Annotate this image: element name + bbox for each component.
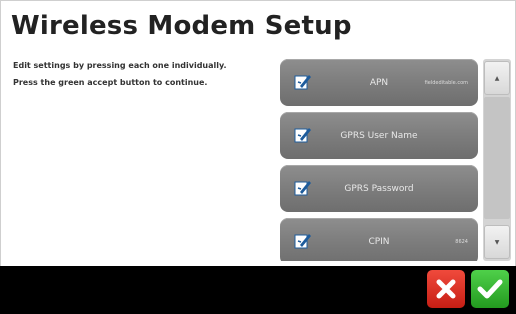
setting-button-cpin[interactable]: CPIN 8624 — [280, 218, 478, 261]
setting-label: GPRS Password — [344, 183, 414, 194]
scroll-thumb[interactable] — [484, 97, 510, 219]
setting-button-gprs-user-name[interactable]: GPRS User Name — [280, 112, 478, 159]
instruction-text-1: Edit settings by pressing each one indiv… — [13, 61, 227, 70]
scroll-up-button[interactable]: ▲ — [484, 61, 510, 95]
edit-icon — [294, 181, 311, 196]
arrow-up-icon: ▲ — [494, 74, 500, 82]
edit-icon — [294, 234, 311, 249]
scroll-down-button[interactable]: ▼ — [484, 225, 510, 259]
instructions: Edit settings by pressing each one indiv… — [13, 61, 243, 95]
page-title: Wireless Modem Setup — [11, 11, 352, 41]
setting-label: APN — [369, 77, 389, 88]
setting-label: GPRS User Name — [340, 130, 418, 141]
instruction-text-2: Press the green accept button to continu… — [13, 78, 208, 87]
arrow-down-icon: ▼ — [494, 238, 500, 246]
setting-label: CPIN — [368, 236, 390, 247]
check-icon — [477, 279, 503, 299]
setting-value: 8624 — [455, 238, 468, 245]
setting-value: fieldeditable.com — [424, 79, 468, 86]
scrollbar[interactable]: ▲ ▼ — [483, 59, 511, 261]
setting-button-gprs-password[interactable]: GPRS Password — [280, 165, 478, 212]
accept-button[interactable] — [471, 270, 509, 308]
edit-icon — [294, 75, 311, 90]
cancel-button[interactable] — [427, 270, 465, 308]
settings-list: APN fieldeditable.com GPRS User Name GPR… — [280, 59, 478, 261]
setting-button-apn[interactable]: APN fieldeditable.com — [280, 59, 478, 106]
edit-icon — [294, 128, 311, 143]
close-icon — [436, 279, 456, 299]
